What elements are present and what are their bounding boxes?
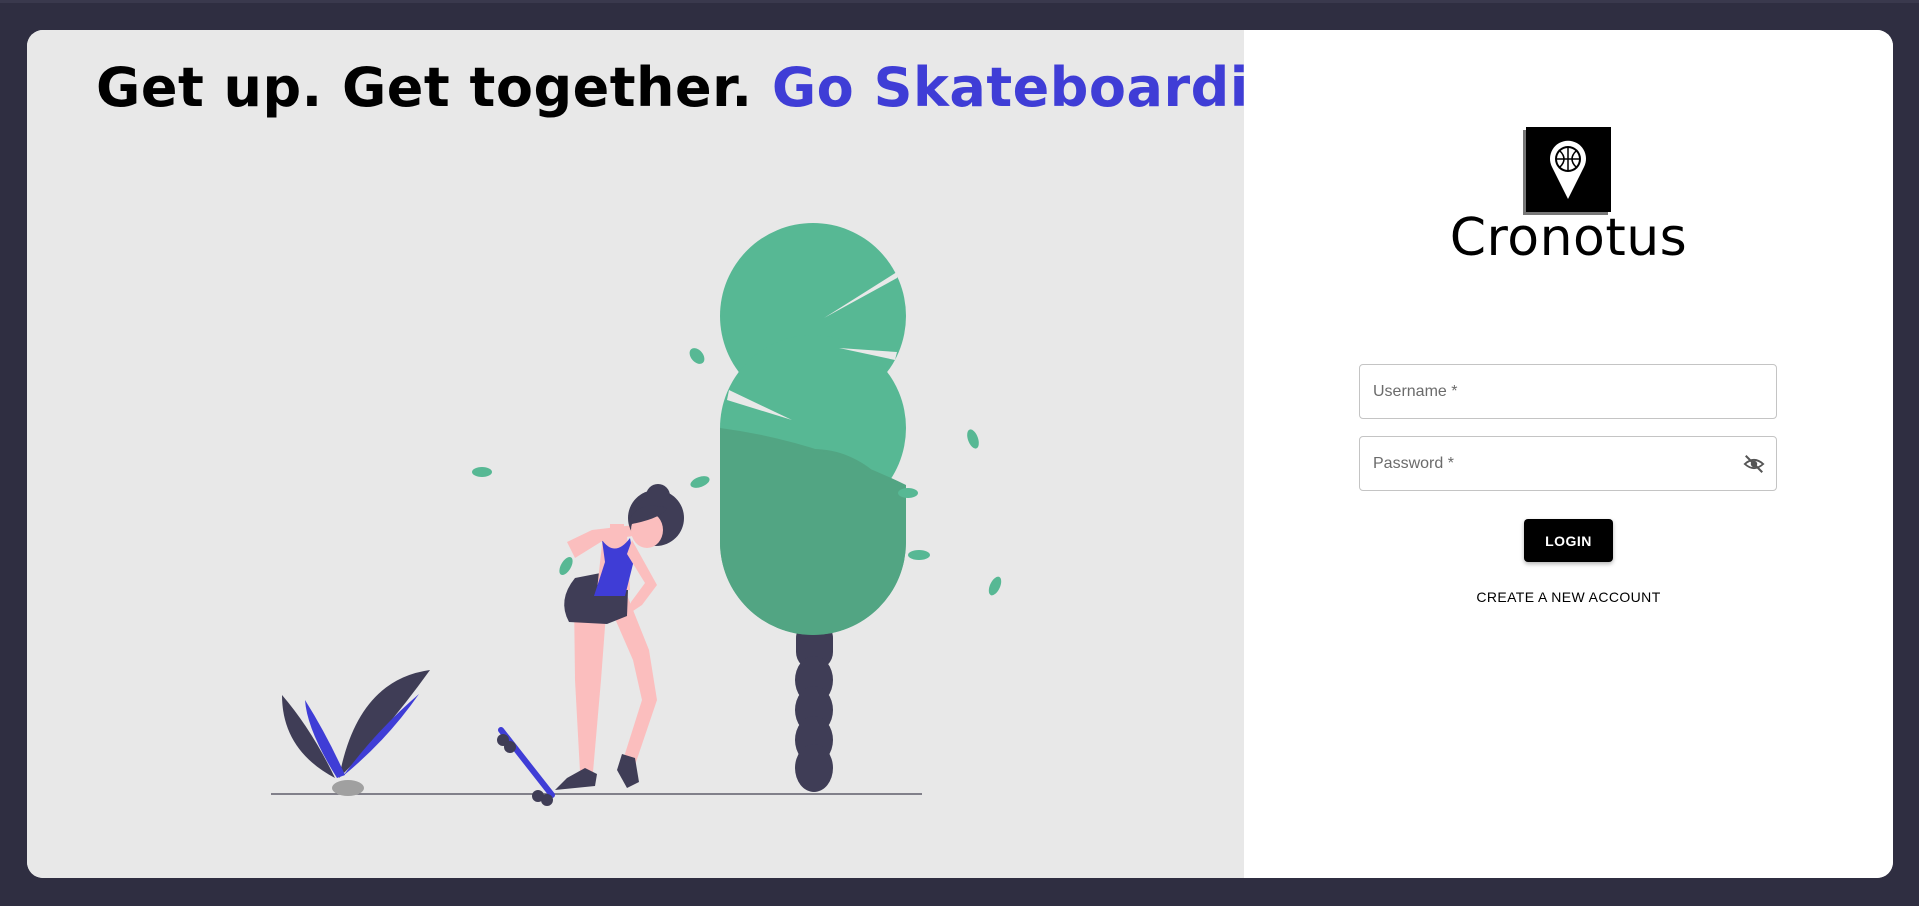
username-input[interactable] [1360, 365, 1713, 418]
eye-off-icon[interactable] [1742, 453, 1766, 475]
tree-icon [720, 223, 906, 792]
hero-panel: Get up. Get together. Go Skateboarding! [27, 30, 1351, 878]
plant-icon [282, 670, 430, 796]
skater-girl-figure [555, 484, 684, 790]
login-button[interactable]: LOGIN [1524, 519, 1613, 562]
brand-name: Cronotus [1449, 208, 1688, 268]
login-panel: Cronotus LOGIN CREATE A NEW ACCOUNT [1244, 30, 1893, 878]
password-input[interactable] [1360, 437, 1713, 490]
password-field [1359, 436, 1777, 491]
login-card: Get up. Get together. Go Skateboarding! [27, 30, 1893, 878]
skater-illustration [271, 223, 1002, 806]
username-field [1359, 364, 1777, 419]
create-account-link[interactable]: CREATE A NEW ACCOUNT [1244, 589, 1893, 605]
window-top-border [0, 0, 1919, 3]
map-pin-basketball-icon [1523, 127, 1611, 215]
